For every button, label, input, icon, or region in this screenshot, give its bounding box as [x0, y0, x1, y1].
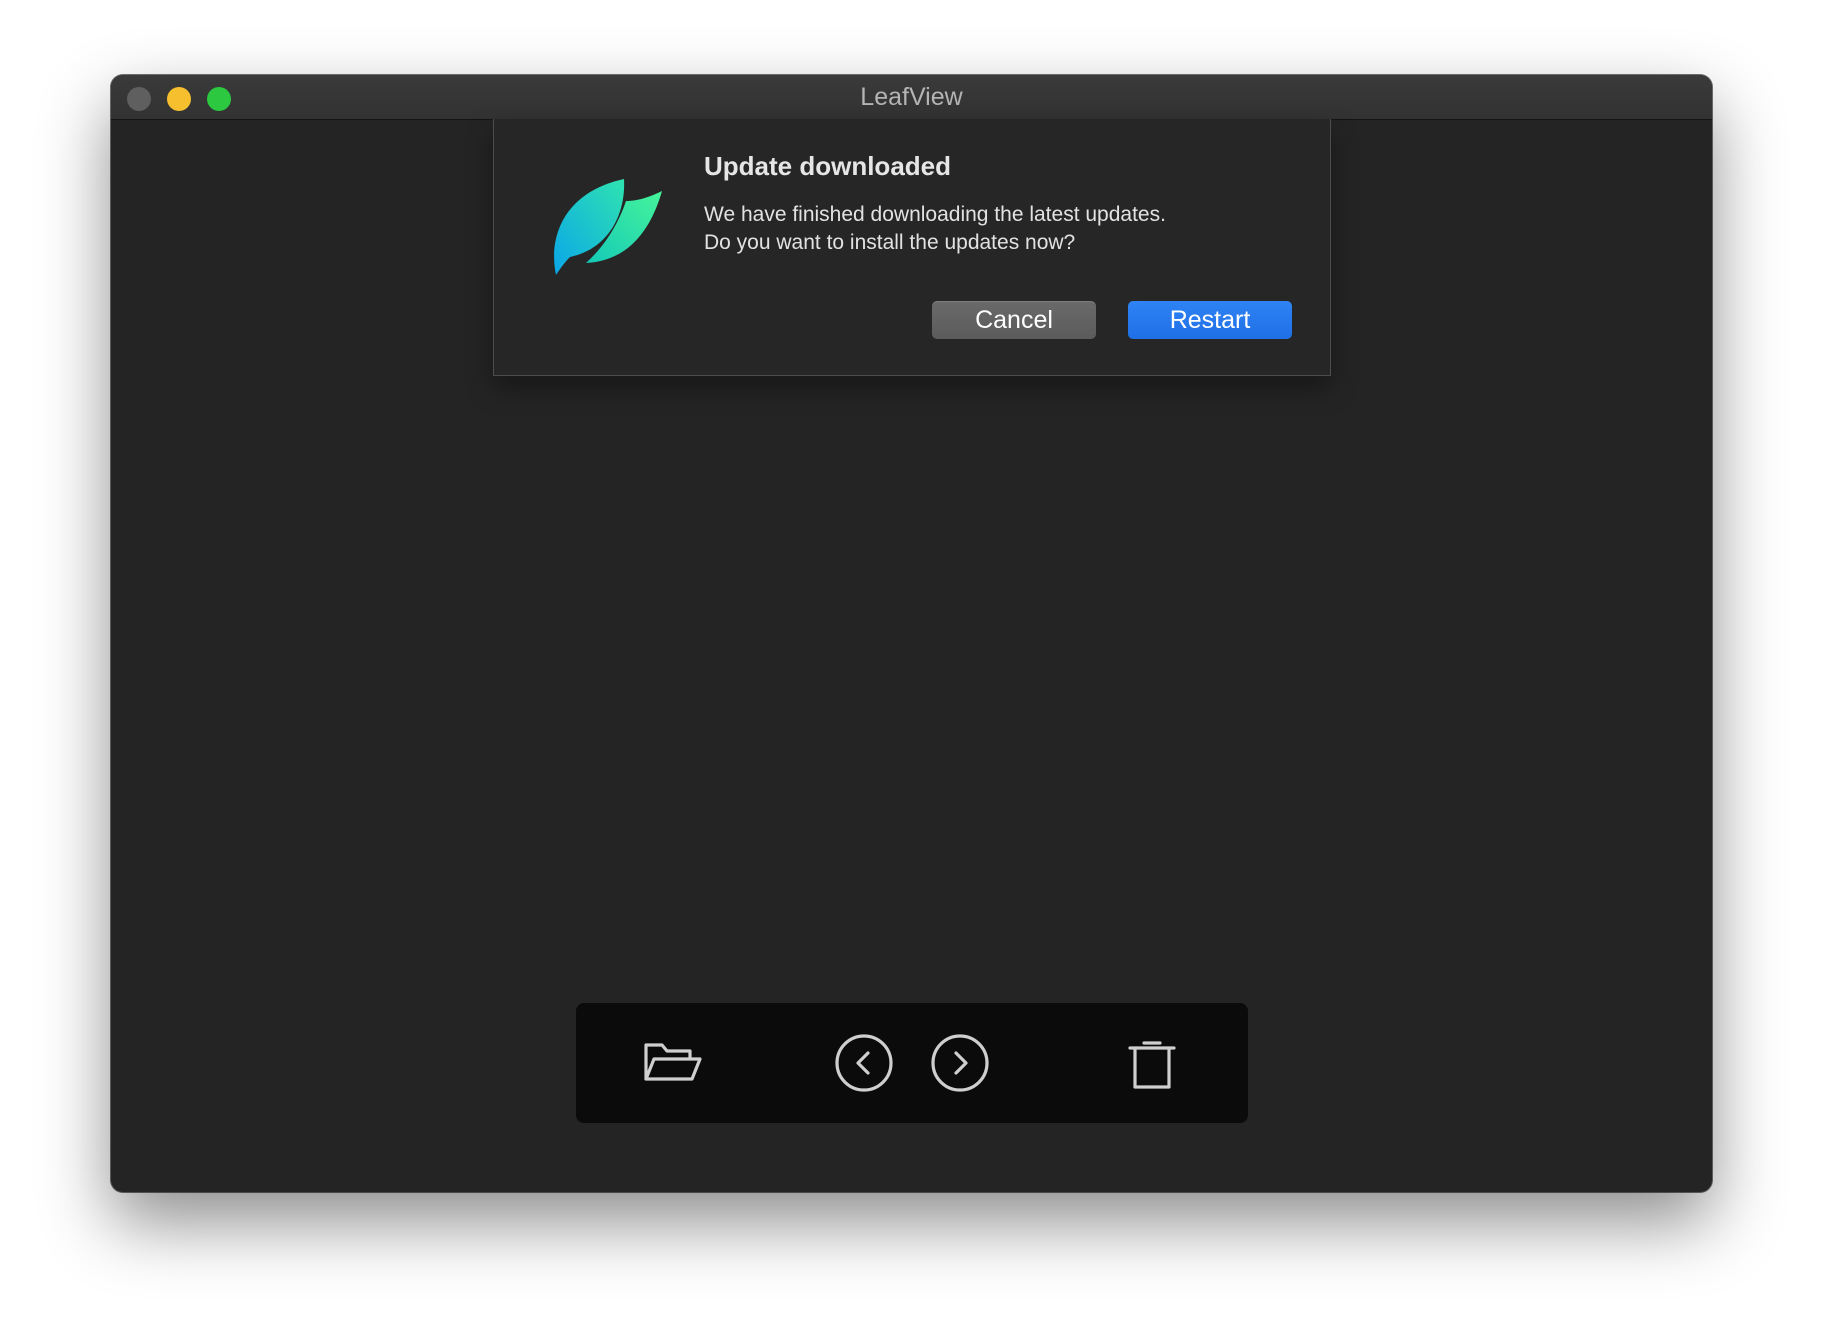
- folder-open-icon: [644, 1043, 702, 1081]
- trash-icon: [1128, 1041, 1176, 1089]
- dialog-message-line-1: We have finished downloading the latest …: [704, 203, 1166, 226]
- window-title: LeafView: [860, 83, 963, 111]
- dialog-message: We have finished downloading the latest …: [704, 201, 1264, 257]
- bottom-toolbar: [576, 1003, 1248, 1123]
- dialog-title: Update downloaded: [704, 151, 951, 181]
- restart-button[interactable]: Restart: [1128, 301, 1292, 339]
- leaf-app-icon: [546, 157, 666, 277]
- open-folder-button[interactable]: [640, 1031, 704, 1095]
- update-dialog: Update downloaded We have finished downl…: [493, 119, 1331, 376]
- previous-icon: [835, 1034, 893, 1092]
- next-button[interactable]: [928, 1031, 992, 1095]
- dialog-message-line-2: Do you want to install the updates now?: [704, 231, 1076, 254]
- title-bar[interactable]: LeafView: [111, 75, 1712, 120]
- app-window: LeafView Update downloaded We have finis…: [111, 75, 1712, 1192]
- cancel-button[interactable]: Cancel: [932, 301, 1096, 339]
- next-icon: [931, 1034, 989, 1092]
- previous-button[interactable]: [832, 1031, 896, 1095]
- delete-button[interactable]: [1120, 1031, 1184, 1095]
